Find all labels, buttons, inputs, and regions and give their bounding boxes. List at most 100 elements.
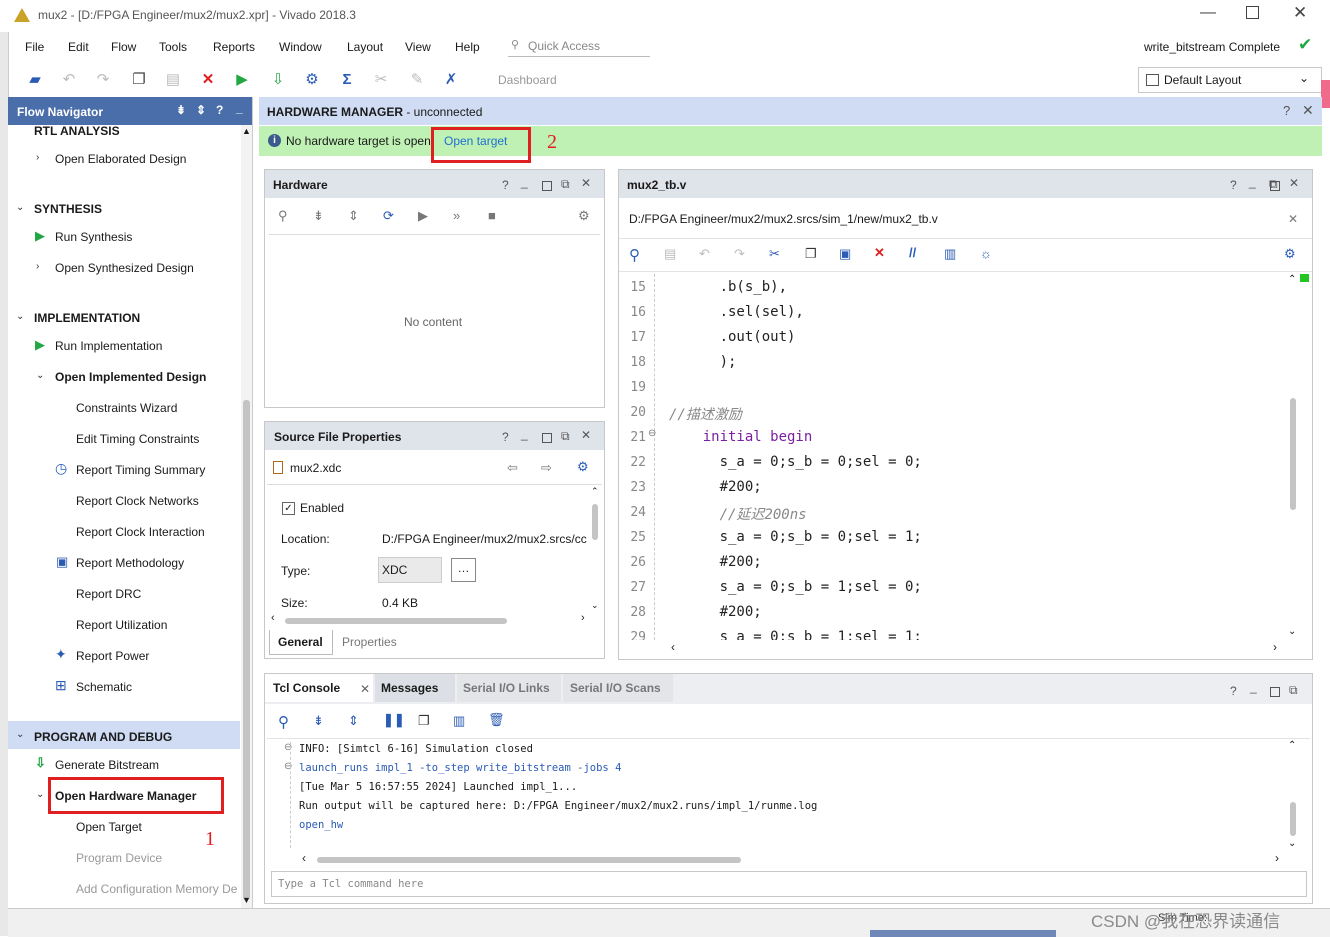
expand-all-icon[interactable]: ⇕ bbox=[348, 208, 359, 224]
search-icon[interactable]: ⚲ bbox=[278, 208, 288, 224]
layout-select[interactable]: Default Layout ⌄ bbox=[1138, 67, 1322, 93]
scroll-thumb[interactable] bbox=[1290, 398, 1296, 510]
code-line[interactable]: 23 #200; bbox=[619, 476, 1259, 501]
search-icon[interactable]: ⚲ bbox=[278, 713, 289, 731]
scroll-thumb[interactable] bbox=[317, 857, 741, 863]
menu-flow[interactable]: Flow bbox=[111, 40, 136, 54]
code-line[interactable]: 21 initial begin bbox=[619, 426, 1259, 451]
tab-general[interactable]: General bbox=[269, 630, 333, 655]
tab-tcl-console[interactable]: Tcl Console ✕ bbox=[265, 674, 373, 702]
maximize-icon[interactable] bbox=[542, 433, 552, 443]
report-clock-interaction[interactable]: Report Clock Interaction bbox=[76, 525, 205, 539]
chevron-down-icon[interactable]: ⌄ bbox=[16, 311, 24, 322]
tab-properties[interactable]: Properties bbox=[342, 635, 397, 649]
code-line[interactable]: 27 s_a = 0;s_b = 1;sel = 0; bbox=[619, 576, 1259, 601]
code-line[interactable]: 15 .b(s_b), bbox=[619, 276, 1259, 301]
open-elaborated-design[interactable]: Open Elaborated Design bbox=[55, 152, 186, 166]
scroll-down-icon[interactable]: ▼ bbox=[242, 895, 251, 905]
expand-all-icon[interactable]: ⇕ bbox=[196, 103, 206, 117]
close-tab-icon[interactable]: ✕ bbox=[360, 675, 370, 703]
scroll-right-icon[interactable]: › bbox=[581, 612, 585, 624]
minimize-icon[interactable]: _ bbox=[1249, 175, 1256, 189]
code-line[interactable]: 29 s_a = 0;s_b = 1;sel = 1; bbox=[619, 626, 1259, 640]
schematic[interactable]: Schematic bbox=[76, 680, 132, 694]
chevron-down-icon[interactable]: ⌄ bbox=[36, 789, 44, 800]
maximize-button[interactable] bbox=[1246, 6, 1259, 19]
scroll-down-icon[interactable]: ⌄ bbox=[591, 600, 599, 611]
float-icon[interactable]: ⧉ bbox=[561, 177, 570, 192]
scroll-thumb[interactable] bbox=[285, 618, 507, 624]
tab-serial-io-links[interactable]: Serial I/O Links bbox=[457, 674, 561, 702]
copy-icon[interactable]: ❐ bbox=[805, 246, 817, 262]
help-icon[interactable]: ? bbox=[1230, 178, 1237, 192]
report-clock-networks[interactable]: Report Clock Networks bbox=[76, 494, 199, 508]
open-project-icon[interactable]: ▰ bbox=[26, 71, 44, 89]
code-line[interactable]: 18 ); bbox=[619, 351, 1259, 376]
scroll-right-icon[interactable]: › bbox=[1275, 851, 1279, 865]
scroll-up-icon[interactable]: ⌃ bbox=[1288, 740, 1296, 751]
type-browse-button[interactable]: … bbox=[451, 558, 476, 582]
copy-icon[interactable]: ❐ bbox=[418, 713, 430, 729]
help-icon[interactable]: ? bbox=[1283, 103, 1290, 118]
collapse-all-icon[interactable]: ⇟ bbox=[313, 208, 324, 224]
quick-access-search[interactable]: ⚲ Quick Access bbox=[508, 36, 650, 57]
section-synthesis[interactable]: SYNTHESIS bbox=[34, 202, 102, 216]
console-vscrollbar[interactable]: ⌃ ⌄ bbox=[1287, 740, 1299, 852]
run-implementation[interactable]: Run Implementation bbox=[55, 339, 162, 353]
close-icon[interactable]: ✕ bbox=[581, 176, 591, 190]
close-icon[interactable]: ✕ bbox=[1302, 102, 1314, 119]
undo-icon[interactable]: ↶ bbox=[699, 246, 710, 262]
forward-arrow-icon[interactable]: ⇨ bbox=[541, 460, 552, 476]
save-icon[interactable]: ▤ bbox=[664, 246, 676, 262]
minimize-icon[interactable]: _ bbox=[1250, 680, 1257, 694]
open-target[interactable]: Open Target bbox=[76, 820, 142, 834]
tab-serial-io-scans[interactable]: Serial I/O Scans bbox=[563, 674, 673, 702]
minimize-panel-icon[interactable]: _ bbox=[236, 101, 243, 115]
chevron-right-icon[interactable]: › bbox=[36, 152, 39, 163]
code-line[interactable]: 17 .out(out) bbox=[619, 326, 1259, 351]
add-configuration-memory-device[interactable]: Add Configuration Memory De bbox=[76, 882, 237, 896]
cancel-run-icon[interactable]: ✗ bbox=[442, 71, 460, 89]
help-icon[interactable]: ? bbox=[502, 430, 509, 444]
report-drc[interactable]: Report DRC bbox=[76, 587, 141, 601]
columns-icon[interactable]: ▥ bbox=[944, 246, 956, 262]
stop-icon[interactable]: ■ bbox=[488, 208, 496, 223]
scroll-up-icon[interactable]: ⌃ bbox=[1288, 274, 1296, 285]
help-icon[interactable]: ? bbox=[502, 178, 509, 192]
lightbulb-icon[interactable]: ☼ bbox=[980, 246, 992, 261]
debug-icon[interactable]: ✂ bbox=[372, 71, 390, 89]
sfp-hscrollbar[interactable]: ‹ › bbox=[269, 612, 589, 626]
code-area[interactable]: 15 .b(s_b), 16 .sel(sel), 17 .out(out) 18 )… bbox=[619, 274, 1284, 640]
scroll-thumb[interactable] bbox=[1290, 802, 1296, 836]
menu-edit[interactable]: Edit bbox=[68, 40, 89, 54]
editor-hscrollbar[interactable]: ‹ › bbox=[669, 640, 1287, 655]
sfp-vscrollbar[interactable]: ⌃ ⌄ bbox=[590, 486, 601, 612]
report-utilization[interactable]: Report Utilization bbox=[76, 618, 167, 632]
help-icon[interactable]: ? bbox=[1230, 684, 1237, 698]
menu-tools[interactable]: Tools bbox=[159, 40, 187, 54]
chevron-down-icon[interactable]: ⌄ bbox=[36, 370, 44, 381]
code-line[interactable]: 25 s_a = 0;s_b = 0;sel = 1; bbox=[619, 526, 1259, 551]
constraints-wizard[interactable]: Constraints Wizard bbox=[76, 401, 177, 415]
columns-icon[interactable]: ▥ bbox=[453, 713, 465, 729]
code-line[interactable]: 24 //延迟200ns bbox=[619, 501, 1259, 526]
redo-icon[interactable]: ↷ bbox=[734, 246, 745, 262]
trash-icon[interactable]: 🗑 bbox=[488, 712, 505, 728]
code-line[interactable]: 20 //描述激励 bbox=[619, 401, 1259, 426]
report-power[interactable]: Report Power bbox=[76, 649, 149, 663]
code-line[interactable]: 19 bbox=[619, 376, 1259, 401]
scroll-right-icon[interactable]: › bbox=[1273, 640, 1277, 654]
menu-help[interactable]: Help bbox=[455, 40, 480, 54]
chevron-down-icon[interactable]: ⌄ bbox=[16, 202, 24, 213]
scroll-left-icon[interactable]: ‹ bbox=[302, 851, 306, 865]
report-methodology[interactable]: Report Methodology bbox=[76, 556, 184, 570]
dashboard-button[interactable]: Dashboard bbox=[498, 73, 557, 87]
open-implemented-design[interactable]: Open Implemented Design bbox=[55, 370, 206, 384]
redo-icon[interactable]: ↷ bbox=[94, 71, 112, 89]
settings-gear-icon[interactable]: ⚙ bbox=[303, 71, 321, 89]
scroll-up-icon[interactable]: ⌃ bbox=[591, 486, 599, 497]
section-program-debug-row[interactable]: ⌄ PROGRAM AND DEBUG bbox=[8, 721, 240, 749]
restore-icon[interactable]: ⧉ bbox=[1269, 177, 1278, 192]
code-line[interactable]: 16 .sel(sel), bbox=[619, 301, 1259, 326]
maximize-icon[interactable] bbox=[542, 181, 552, 191]
